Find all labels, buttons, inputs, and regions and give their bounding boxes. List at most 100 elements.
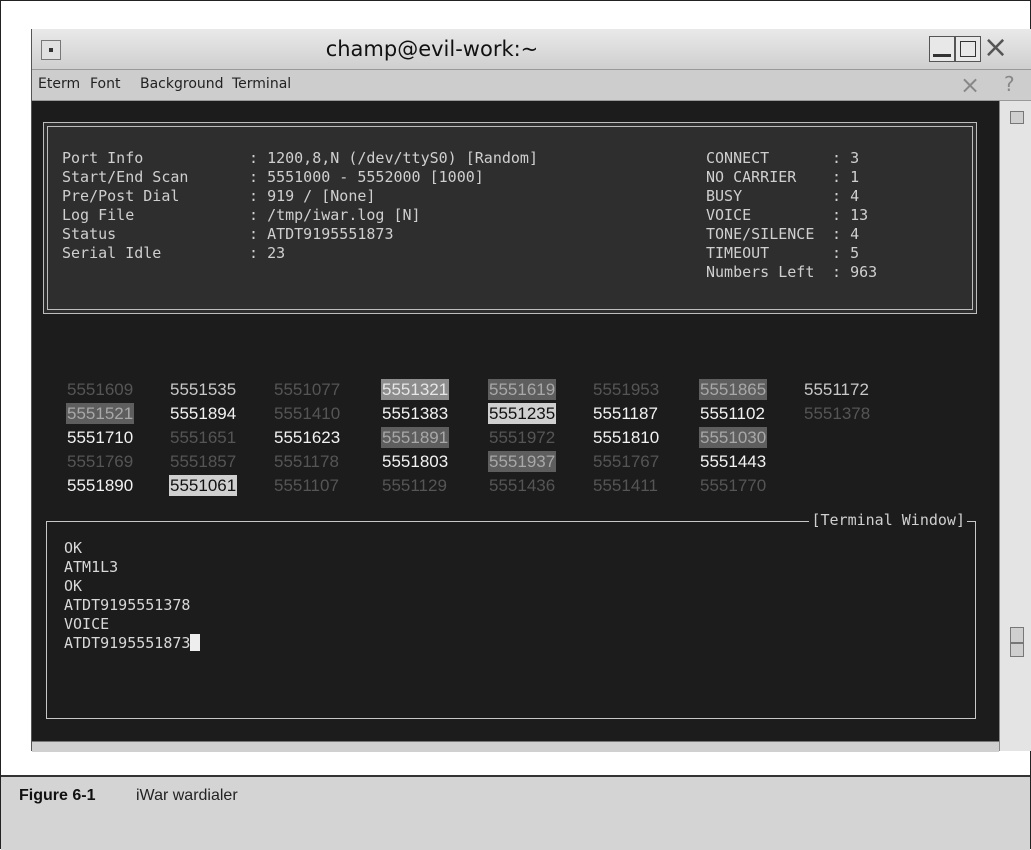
number-cell: 5551619	[488, 379, 557, 400]
number-cell: 5551894	[170, 404, 237, 423]
number-cell: 5551769	[67, 452, 134, 471]
menu-terminal[interactable]: Terminal	[232, 76, 291, 92]
scroll-up-icon[interactable]	[1010, 111, 1024, 124]
close-icon[interactable]: ×	[983, 33, 1008, 63]
bottom-border	[32, 741, 999, 752]
number-cell: 5551443	[700, 452, 767, 471]
info-label: Status	[62, 225, 117, 243]
number-cell: 5551077	[274, 380, 341, 399]
info-serial-idle: Serial Idle: 23	[62, 244, 286, 262]
number-cell: 5551857	[170, 452, 237, 471]
number-cell: 5551436	[489, 476, 556, 495]
number-cell: 5551770	[700, 476, 767, 495]
caption-text: iWar wardialer	[136, 787, 238, 804]
menu-eterm[interactable]: Eterm	[38, 76, 80, 92]
stat-value: 5	[850, 244, 860, 262]
info-port: Port Info: 1200,8,N (/dev/ttyS0) [Random…	[62, 149, 538, 167]
window-title: champ@evil-work:~	[325, 37, 539, 61]
stat-no-carrier: NO CARRIER: 1	[706, 168, 860, 186]
menu-font[interactable]: Font	[90, 76, 120, 92]
number-cell: 5551378	[804, 404, 871, 423]
number-cell: 5551767	[593, 452, 660, 471]
number-cell: 5551383	[382, 404, 449, 423]
figure-caption: Figure 6-1 iWar wardialer	[1, 775, 1030, 850]
stat-label: BUSY	[706, 187, 743, 205]
terminal-line-current: ATDT9195551873	[64, 634, 201, 652]
info-label: Serial Idle	[62, 244, 162, 262]
scroll-thumb[interactable]	[1010, 627, 1024, 643]
number-cell: 5551061	[169, 475, 238, 496]
info-value: 5551000 - 5552000 [1000]	[267, 168, 484, 186]
title-bar[interactable]: champ@evil-work:~ ×	[32, 29, 1031, 70]
cursor	[190, 634, 201, 651]
menu-close-icon[interactable]: ×	[960, 71, 980, 99]
number-cell: 5551803	[382, 452, 449, 471]
info-label: Start/End Scan	[62, 168, 189, 186]
info-label: Port Info	[62, 149, 144, 167]
stat-label: VOICE	[706, 206, 752, 224]
stat-label: TIMEOUT	[706, 244, 770, 262]
menu-bar: Eterm Font Background Terminal × ?	[32, 70, 1031, 101]
terminal-line: ATDT9195551378	[64, 596, 191, 614]
stat-connect: CONNECT: 3	[706, 149, 860, 167]
menu-background[interactable]: Background	[140, 76, 224, 92]
terminal-line: OK	[64, 577, 83, 595]
stat-value: 963	[850, 263, 878, 281]
info-value: ATDT9195551873	[267, 225, 394, 243]
info-label: Log File	[62, 206, 135, 224]
maximize-icon[interactable]	[955, 36, 981, 62]
eterm-window: champ@evil-work:~ × Eterm Font Backgroun…	[31, 29, 1031, 752]
number-cell: 5551187	[593, 404, 658, 423]
info-value: 1200,8,N (/dev/ttyS0) [Random]	[267, 149, 538, 167]
number-cell: 5551102	[700, 404, 765, 423]
number-cell: 5551609	[67, 380, 134, 399]
number-cell: 5551030	[699, 427, 768, 448]
minimize-icon[interactable]	[929, 36, 955, 62]
number-cell: 5551623	[274, 428, 341, 447]
stat-label: Numbers Left	[706, 263, 815, 281]
terminal-line: ATM1L3	[64, 558, 119, 576]
number-cell: 5551172	[804, 380, 869, 399]
number-cell: 5551810	[593, 428, 660, 447]
stat-label: CONNECT	[706, 149, 770, 167]
number-cell: 5551129	[382, 476, 447, 495]
stat-value: 4	[850, 187, 860, 205]
number-cell: 5551972	[489, 428, 556, 447]
number-cell: 5551865	[699, 379, 768, 400]
number-cell: 5551535	[170, 380, 237, 399]
number-cell: 5551651	[170, 428, 237, 447]
number-cell: 5551411	[593, 476, 658, 495]
scroll-down-icon[interactable]	[1010, 643, 1024, 657]
info-scan: Start/End Scan: 5551000 - 5552000 [1000]	[62, 168, 484, 186]
number-cell: 5551178	[274, 452, 339, 471]
terminal-window-box: [Terminal Window] OK ATM1L3 OK ATDT91955…	[46, 511, 976, 719]
info-status: Status: ATDT9195551873	[62, 225, 394, 243]
stat-timeout: TIMEOUT: 5	[706, 244, 860, 262]
number-cell: 5551937	[488, 451, 557, 472]
stat-value: 3	[850, 149, 860, 167]
help-icon[interactable]: ?	[1004, 72, 1015, 96]
stat-value: 1	[850, 168, 860, 186]
number-cell: 5551107	[274, 476, 339, 495]
stat-value: 13	[850, 206, 869, 224]
stat-voice: VOICE: 13	[706, 206, 869, 224]
terminal-line: VOICE	[64, 615, 110, 633]
terminal-area[interactable]: Port Info: 1200,8,N (/dev/ttyS0) [Random…	[32, 101, 999, 741]
figure-frame: champ@evil-work:~ × Eterm Font Backgroun…	[0, 0, 1031, 850]
info-panel: Port Info: 1200,8,N (/dev/ttyS0) [Random…	[43, 122, 977, 314]
stat-numbers-left: Numbers Left: 963	[706, 263, 878, 281]
stat-label: TONE/SILENCE	[706, 225, 815, 243]
info-label: Pre/Post Dial	[62, 187, 180, 205]
info-value: /tmp/iwar.log [N]	[267, 206, 421, 224]
number-cell: 5551410	[274, 404, 341, 423]
number-cell: 5551521	[66, 403, 135, 424]
number-cell: 5551891	[381, 427, 450, 448]
vertical-scrollbar[interactable]	[999, 101, 1031, 751]
terminal-command: ATDT9195551873	[64, 634, 191, 652]
terminal-window-label: [Terminal Window]	[809, 511, 967, 529]
info-value: 23	[267, 244, 286, 262]
info-logfile: Log File: /tmp/iwar.log [N]	[62, 206, 421, 224]
stat-label: NO CARRIER	[706, 168, 797, 186]
info-dial: Pre/Post Dial: 919 / [None]	[62, 187, 376, 205]
number-cell: 5551710	[67, 428, 134, 447]
